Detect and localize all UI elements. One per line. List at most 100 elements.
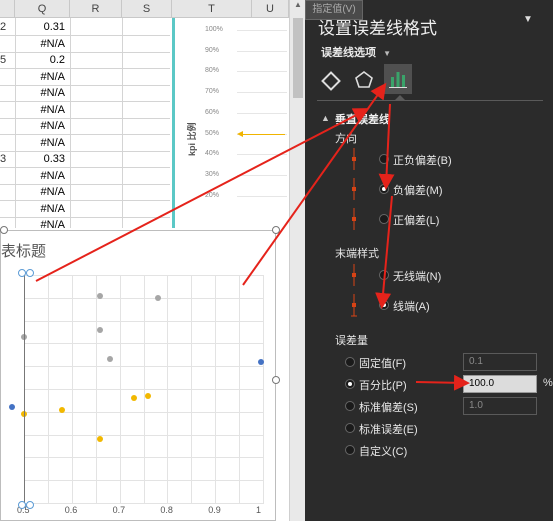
row-number — [0, 201, 14, 217]
option-endstyle-1[interactable]: 线端(A) — [351, 294, 549, 317]
kpi-grid-line — [237, 30, 287, 31]
direction-label: 负偏差(M) — [393, 185, 443, 197]
kpi-grid-line — [237, 195, 287, 197]
amount-label: 百分比(P) — [359, 380, 407, 392]
kpi-y-tick-label: 70% — [205, 88, 220, 96]
kpi-level-arrow-icon — [237, 130, 243, 137]
option-amount-3[interactable]: 标准误差(E) — [345, 421, 515, 437]
radio-amount[interactable] — [345, 401, 355, 411]
radio-direction[interactable] — [379, 154, 389, 164]
chart-resize-handle-top-left[interactable] — [0, 226, 8, 234]
fill-line-tab[interactable] — [320, 68, 344, 92]
radio-amount[interactable] — [345, 357, 355, 367]
kpi-grid-line — [237, 154, 287, 156]
cell-q[interactable]: #N/A — [15, 118, 65, 134]
column-header-s[interactable]: S — [122, 0, 172, 18]
direction-title: 方向 — [335, 133, 357, 145]
radio-direction[interactable] — [379, 214, 389, 224]
row-number — [0, 102, 14, 118]
option-direction-1[interactable]: 负偏差(M) — [352, 178, 549, 200]
row-number — [0, 118, 14, 134]
cell-q[interactable]: #N/A — [15, 69, 65, 85]
percent-unit: % — [543, 377, 553, 389]
row-number — [0, 184, 14, 200]
column-header-r[interactable]: R — [70, 0, 122, 18]
kpi-grid-line — [237, 71, 287, 73]
paint-bucket-icon — [321, 71, 341, 91]
cell-q[interactable]: #N/A — [15, 184, 65, 200]
options-dropdown[interactable]: 误差线选项 ▼ — [321, 44, 391, 60]
error-bar-handle-bottom-right[interactable] — [26, 501, 34, 509]
cell-q[interactable]: #N/A — [15, 135, 65, 151]
scatter-x-tick-label: 0.6 — [64, 505, 78, 515]
tab-divider — [317, 100, 543, 101]
cell-q[interactable]: 0.33 — [15, 151, 65, 167]
endstyle-title: 末端样式 — [335, 248, 379, 260]
error-bar-handle-top-left[interactable] — [18, 269, 26, 277]
radio-direction[interactable] — [379, 184, 389, 194]
column-header-u[interactable]: U — [252, 0, 289, 18]
effects-tab[interactable] — [352, 68, 376, 92]
error-bar-options-tab[interactable] — [384, 64, 412, 94]
scrollbar-thumb[interactable] — [293, 18, 303, 98]
option-direction-0[interactable]: 正负偏差(B) — [352, 148, 549, 170]
scatter-point[interactable] — [145, 392, 152, 399]
amount-value-input-0[interactable]: 0.1 — [463, 353, 537, 371]
chart-resize-handle-top-right[interactable] — [272, 226, 280, 234]
kpi-ratio-chart[interactable]: 100% 90% 80% 70% 60% 50% 40% 30% 20% kpi 比例 — [172, 18, 287, 228]
scatter-point[interactable] — [9, 404, 16, 411]
chart-resize-handle-right[interactable] — [272, 376, 280, 384]
cell-q[interactable]: #N/A — [15, 36, 65, 52]
amount-title: 误差量 — [335, 335, 368, 347]
scatter-chart[interactable]: 表标题 0.5 0.6 0.7 0.8 0.9 1 — [0, 230, 280, 521]
error-bar-handle-bottom-left[interactable] — [18, 501, 26, 509]
scatter-point[interactable] — [257, 358, 264, 365]
column-header-partial[interactable] — [0, 0, 15, 18]
scroll-up-icon[interactable]: ▲ — [292, 0, 304, 12]
radio-amount[interactable] — [345, 445, 355, 455]
amount-value-input-2[interactable]: 1.0 — [463, 397, 537, 415]
direction-label: 正负偏差(B) — [393, 155, 452, 167]
error-bar-handle-top-right[interactable] — [26, 269, 34, 277]
radio-endstyle[interactable] — [379, 300, 389, 310]
scatter-point[interactable] — [97, 326, 104, 333]
scatter-point[interactable] — [59, 406, 66, 413]
section-header[interactable]: 垂直误差线 — [335, 111, 390, 127]
scatter-grid-v — [167, 275, 169, 503]
scatter-grid-v — [119, 275, 121, 503]
vertical-scrollbar[interactable]: ▲ — [289, 0, 306, 521]
cell-q[interactable]: #N/A — [15, 102, 65, 118]
row-number — [0, 135, 14, 151]
error-bar-line[interactable] — [24, 272, 25, 506]
spreadsheet-grid[interactable]: Q R S T U 2 0.31 #N/A 5 0.2 #N/A #N/A #N/A #N/A #… — [0, 0, 290, 521]
amount-value-input-1[interactable]: 100.0 — [463, 375, 537, 393]
row-number: 5 — [0, 54, 7, 66]
kpi-y-tick-label: 20% — [205, 191, 220, 199]
cell-q[interactable]: #N/A — [15, 85, 65, 101]
option-direction-2[interactable]: 正偏差(L) — [352, 208, 549, 230]
kpi-level-marker — [237, 130, 285, 137]
cell-q[interactable]: #N/A — [15, 201, 65, 217]
chart-title[interactable]: 表标题 — [1, 240, 46, 261]
kpi-y-tick-label: 80% — [205, 67, 220, 75]
radio-endstyle[interactable] — [379, 270, 389, 280]
pane-menu-chevron-icon[interactable]: ▼ — [523, 14, 533, 25]
radio-amount[interactable] — [345, 423, 355, 433]
option-endstyle-0[interactable]: 无线端(N) — [352, 264, 549, 286]
cell-q[interactable]: 0.31 — [15, 19, 65, 35]
section-collapse-icon[interactable]: ▲ — [321, 113, 330, 123]
cell-q[interactable]: #N/A — [15, 168, 65, 184]
row-number: 2 — [0, 21, 7, 33]
column-header-q[interactable]: Q — [15, 0, 70, 18]
scatter-point[interactable] — [130, 395, 137, 402]
scatter-point[interactable] — [154, 294, 161, 301]
direction-label: 正偏差(L) — [393, 215, 440, 227]
scatter-point[interactable] — [107, 356, 114, 363]
column-header-t[interactable]: T — [172, 0, 252, 18]
scatter-point[interactable] — [97, 436, 104, 443]
radio-amount[interactable] — [345, 379, 355, 389]
kpi-grid-line — [237, 112, 287, 114]
option-amount-4[interactable]: 自定义(C) — [345, 443, 515, 459]
cell-q[interactable]: 0.2 — [15, 52, 65, 68]
amount-label: 固定值(F) — [359, 358, 407, 370]
